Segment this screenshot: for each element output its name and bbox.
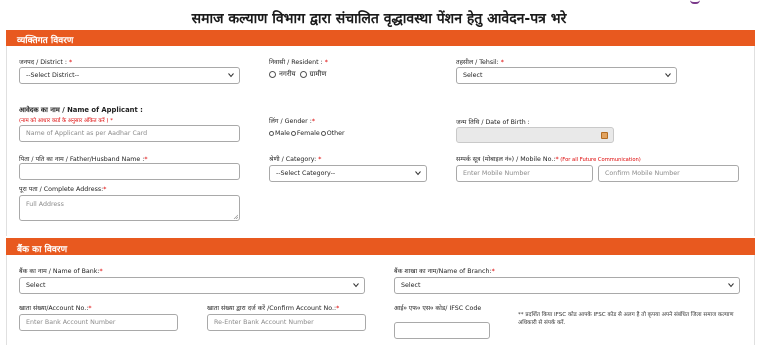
personal-details-header: व्यक्तिगत विवरण [6,30,755,46]
gender-radio-group: Male Female Other [269,130,346,137]
confirm-account-input[interactable]: Re-Enter Bank Account Number [207,314,366,331]
resident-rural-option[interactable]: ग्रामीण [299,70,326,79]
chevron-down-icon [353,282,359,288]
decorative-mark [690,0,700,4]
gender-label: लिंग / Gender :* [269,118,316,125]
gender-male-option[interactable]: Male [269,130,290,137]
resize-grip-icon[interactable] [233,214,239,220]
tehsil-select[interactable]: Select [456,67,677,84]
chevron-down-icon [665,72,671,78]
resident-label: निवासी / Resident : * [269,59,328,66]
bank-details-heading: बैंक का विवरण [17,245,68,255]
dob-input[interactable] [456,127,614,143]
bank-name-label: बैंक का नाम / Name of Bank:* [19,268,103,275]
radio-icon [290,131,296,136]
ifsc-input[interactable] [394,322,490,339]
account-number-label: खाता संख्या/Account No.:* [19,305,92,312]
mobile-input[interactable]: Enter Mobile Number [456,165,593,182]
applicant-name-input[interactable]: Name of Applicant as per Aadhar Card [19,125,240,142]
chevron-down-icon [728,282,734,288]
mobile-label: सम्पर्क सूत्र (मोबाइल नं०) / Mobile No.:… [456,156,641,163]
applicant-name-label: आवेदक का नाम / Name of Applicant : [19,106,143,114]
chevron-down-icon [415,170,421,176]
applicant-name-hint: (नाम को आधार कार्ड के अनुसार अंकित करें … [19,118,113,124]
bank-details-header: बैंक का विवरण [6,238,755,255]
branch-name-select[interactable]: Select [394,277,740,294]
gender-female-option[interactable]: Female [290,130,320,137]
bank-name-select[interactable]: Select [19,277,365,294]
confirm-mobile-input[interactable]: Confirm Mobile Number [598,165,739,182]
page-title: समाज कल्याण विभाग द्वारा संचालित वृद्धाव… [191,11,567,27]
father-name-label: पिता / पति का नाम / Father/Husband Name … [19,156,148,163]
ifsc-label: आई० एफ० एस० कोड/ IFSC Code [394,305,482,312]
resident-radio-group: नगरीय ग्रामीण [269,70,330,79]
chevron-down-icon [228,72,234,78]
district-label: जनपद / District : * [19,59,73,66]
account-number-input[interactable]: Enter Bank Account Number [19,314,178,331]
father-name-input[interactable] [19,163,240,180]
radio-icon [269,71,276,78]
calendar-icon[interactable] [601,132,608,139]
category-select[interactable]: --Select Category-- [269,165,427,182]
radio-icon [269,131,274,136]
bank-details-panel [6,255,755,345]
tehsil-label: तहसील / Tehsil: * [456,59,504,66]
dob-label: जन्म तिथि / Date of Birth : [456,119,530,126]
category-label: श्रेणी / Category: * [269,156,322,163]
ifsc-note: ** प्रदर्शित किया IFSC कोड आपके IFSC कोड… [518,312,734,326]
address-textarea[interactable]: Full Address [19,195,240,221]
radio-icon [320,131,326,136]
confirm-account-label: खाता संख्या द्वारा दर्ज करें /Confirm Ac… [207,305,340,312]
branch-name-label: बैंक शाखा का नाम/Name of Branch:* [394,268,495,275]
district-select[interactable]: --Select District-- [19,67,240,84]
resident-urban-option[interactable]: नगरीय [269,70,296,79]
address-label: पूरा पता / Complete Address:* [19,186,107,193]
radio-icon [299,71,307,78]
gender-other-option[interactable]: Other [320,130,345,137]
personal-details-heading: व्यक्तिगत विवरण [17,36,74,46]
